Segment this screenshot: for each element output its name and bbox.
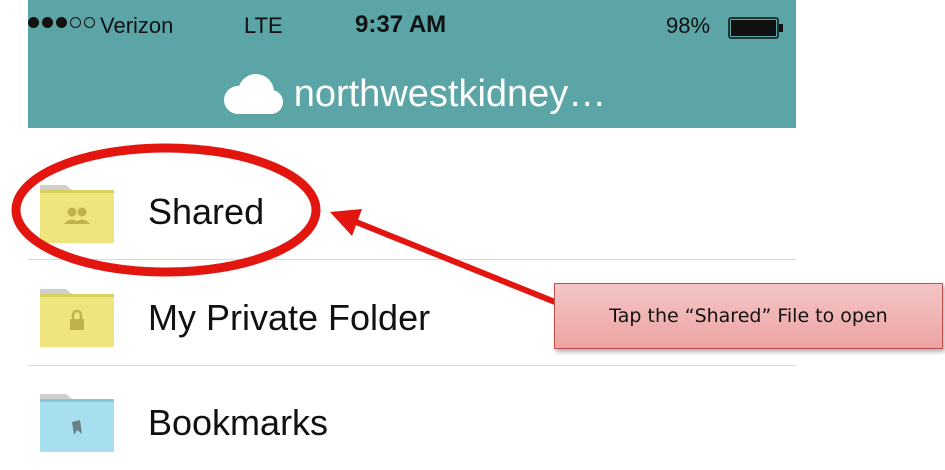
shared-folder-icon	[40, 185, 114, 243]
folder-row-bookmarks[interactable]: Bookmarks	[28, 368, 796, 470]
app-header: Verizon LTE 9:37 AM 98% northwestkidney…	[28, 0, 796, 128]
private-folder-icon	[40, 289, 114, 347]
screenshot: Verizon LTE 9:37 AM 98% northwestkidney…	[0, 0, 945, 470]
cloud-icon	[223, 74, 283, 114]
battery-percent: 98%	[666, 13, 711, 38]
header-title: northwestkidney…	[293, 72, 607, 115]
signal-strength-icon	[28, 17, 95, 28]
folder-row-shared[interactable]: Shared	[28, 151, 796, 259]
bookmarks-folder-icon	[40, 394, 114, 452]
folder-label: Bookmarks	[148, 402, 329, 443]
network-type: LTE	[244, 13, 283, 38]
status-bar: Verizon LTE 9:37 AM 98%	[28, 0, 796, 62]
annotation-callout: Tap the “Shared” File to open	[554, 283, 943, 349]
folder-label: Shared	[148, 191, 265, 232]
annotation-text: Tap the “Shared” File to open	[609, 305, 888, 327]
carrier-name: Verizon	[100, 13, 174, 38]
status-time: 9:37 AM	[355, 11, 447, 38]
divider	[28, 365, 796, 366]
folder-label: My Private Folder	[148, 297, 431, 338]
divider	[28, 259, 796, 260]
battery-icon	[728, 17, 783, 39]
header-title-bar[interactable]: northwestkidney…	[28, 66, 796, 122]
